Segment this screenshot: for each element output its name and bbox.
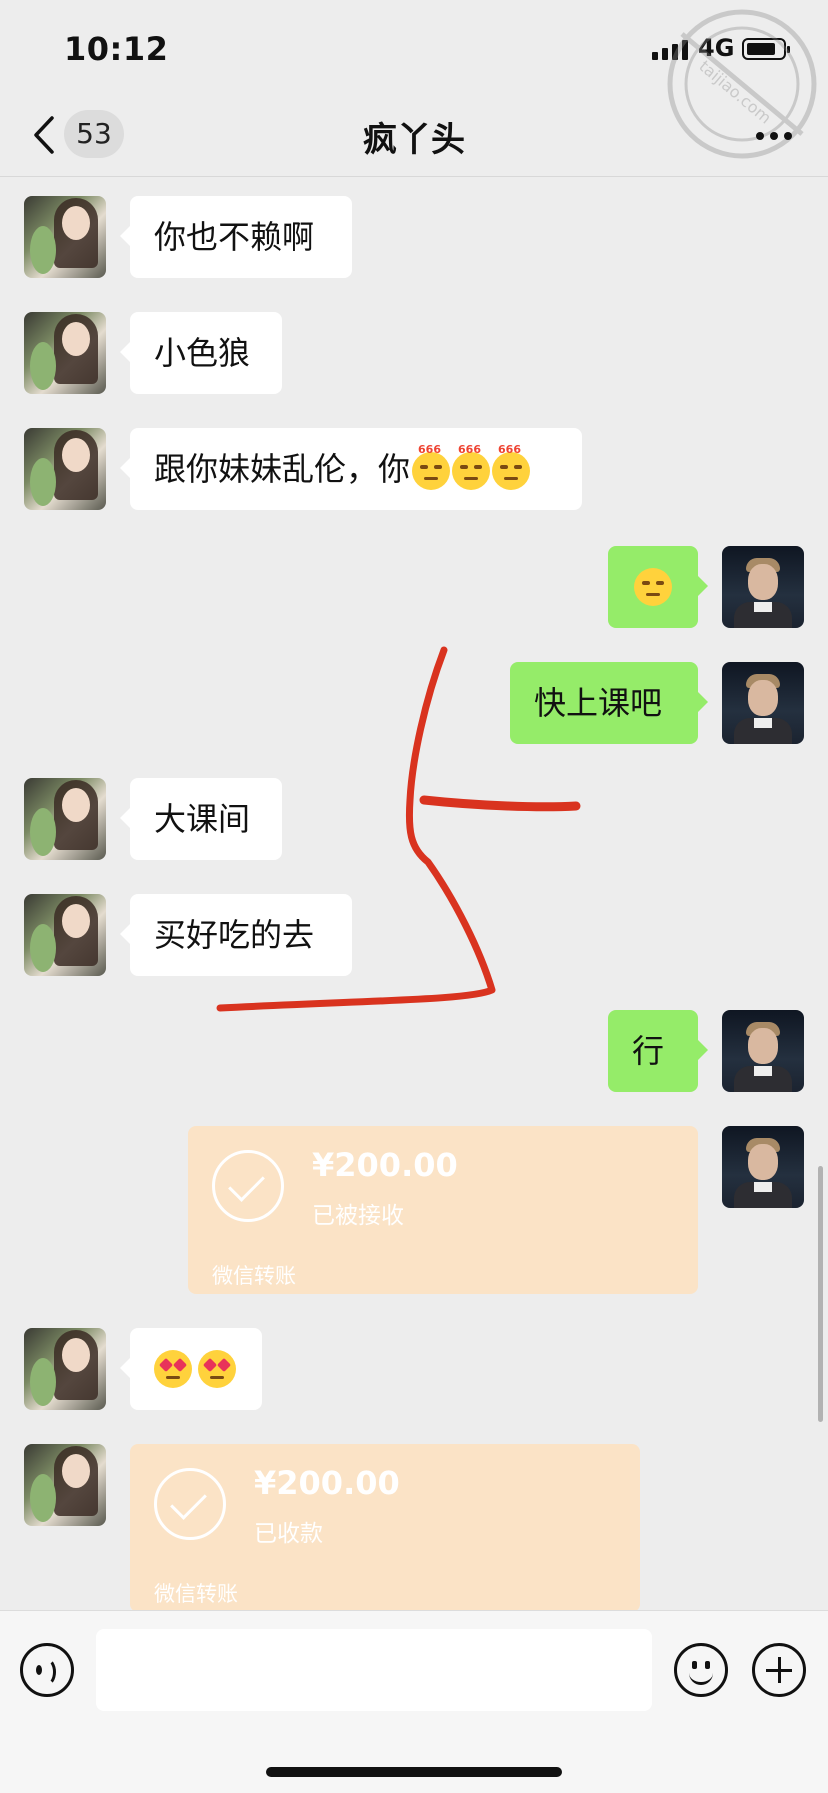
incoming-bubble[interactable] <box>120 1328 262 1410</box>
input-bar <box>0 1610 828 1793</box>
check-circle-icon <box>212 1150 284 1222</box>
transfer-card-received[interactable]: ¥200.00 已收款 微信转账 <box>130 1444 640 1612</box>
outgoing-bubble[interactable] <box>608 546 708 628</box>
chat-title: 疯丫头 <box>363 120 465 160</box>
check-circle-icon <box>154 1468 226 1540</box>
heart-eyes-emoji-icon <box>198 1350 236 1388</box>
message-input[interactable] <box>96 1629 652 1711</box>
incoming-bubble[interactable]: 大课间 <box>120 778 282 860</box>
transfer-amount: ¥200.00 <box>254 1464 400 1502</box>
transfer-status: 已收款 <box>254 1521 323 1547</box>
emoji-picker-icon[interactable] <box>674 1643 728 1697</box>
chat-header: 53 疯丫头 <box>0 100 828 177</box>
incoming-bubble[interactable]: 跟你妹妹乱伦，你 666 666 666 <box>120 428 582 510</box>
666-emoji-icon: 666 <box>452 444 491 490</box>
voice-input-icon[interactable] <box>20 1643 74 1697</box>
outgoing-bubble[interactable]: 快上课吧 <box>510 662 708 744</box>
contact-avatar[interactable] <box>24 428 106 510</box>
my-avatar[interactable] <box>722 1010 804 1092</box>
transfer-card-sent[interactable]: ¥200.00 已被接收 微信转账 <box>188 1126 698 1294</box>
transfer-label: 微信转账 <box>154 1582 238 1606</box>
status-time: 10:12 <box>64 30 169 68</box>
666-emoji-icon: 666 <box>492 444 531 490</box>
contact-avatar[interactable] <box>24 778 106 860</box>
incoming-bubble[interactable]: 你也不赖啊 <box>120 196 352 278</box>
sweat-emoji-icon <box>634 568 672 606</box>
contact-avatar[interactable] <box>24 1444 106 1526</box>
transfer-amount: ¥200.00 <box>312 1146 458 1184</box>
contact-avatar[interactable] <box>24 196 106 278</box>
heart-eyes-emoji-icon <box>154 1350 192 1388</box>
transfer-label: 微信转账 <box>212 1264 296 1288</box>
more-options-icon[interactable] <box>756 132 792 140</box>
666-emoji-icon: 666 <box>412 444 451 490</box>
my-avatar[interactable] <box>722 546 804 628</box>
contact-avatar[interactable] <box>24 312 106 394</box>
home-indicator[interactable] <box>266 1767 562 1777</box>
incoming-bubble[interactable]: 小色狼 <box>120 312 282 394</box>
more-actions-plus-icon[interactable] <box>752 1643 806 1697</box>
my-avatar[interactable] <box>722 1126 804 1208</box>
outgoing-bubble[interactable]: 行 <box>608 1010 708 1092</box>
bubble-text: 跟你妹妹乱伦，你 <box>154 450 411 488</box>
incoming-bubble[interactable]: 买好吃的去 <box>120 894 352 976</box>
contact-avatar[interactable] <box>24 894 106 976</box>
my-avatar[interactable] <box>722 662 804 744</box>
contact-avatar[interactable] <box>24 1328 106 1410</box>
transfer-status: 已被接收 <box>312 1203 404 1229</box>
scrollbar[interactable] <box>818 1166 823 1422</box>
